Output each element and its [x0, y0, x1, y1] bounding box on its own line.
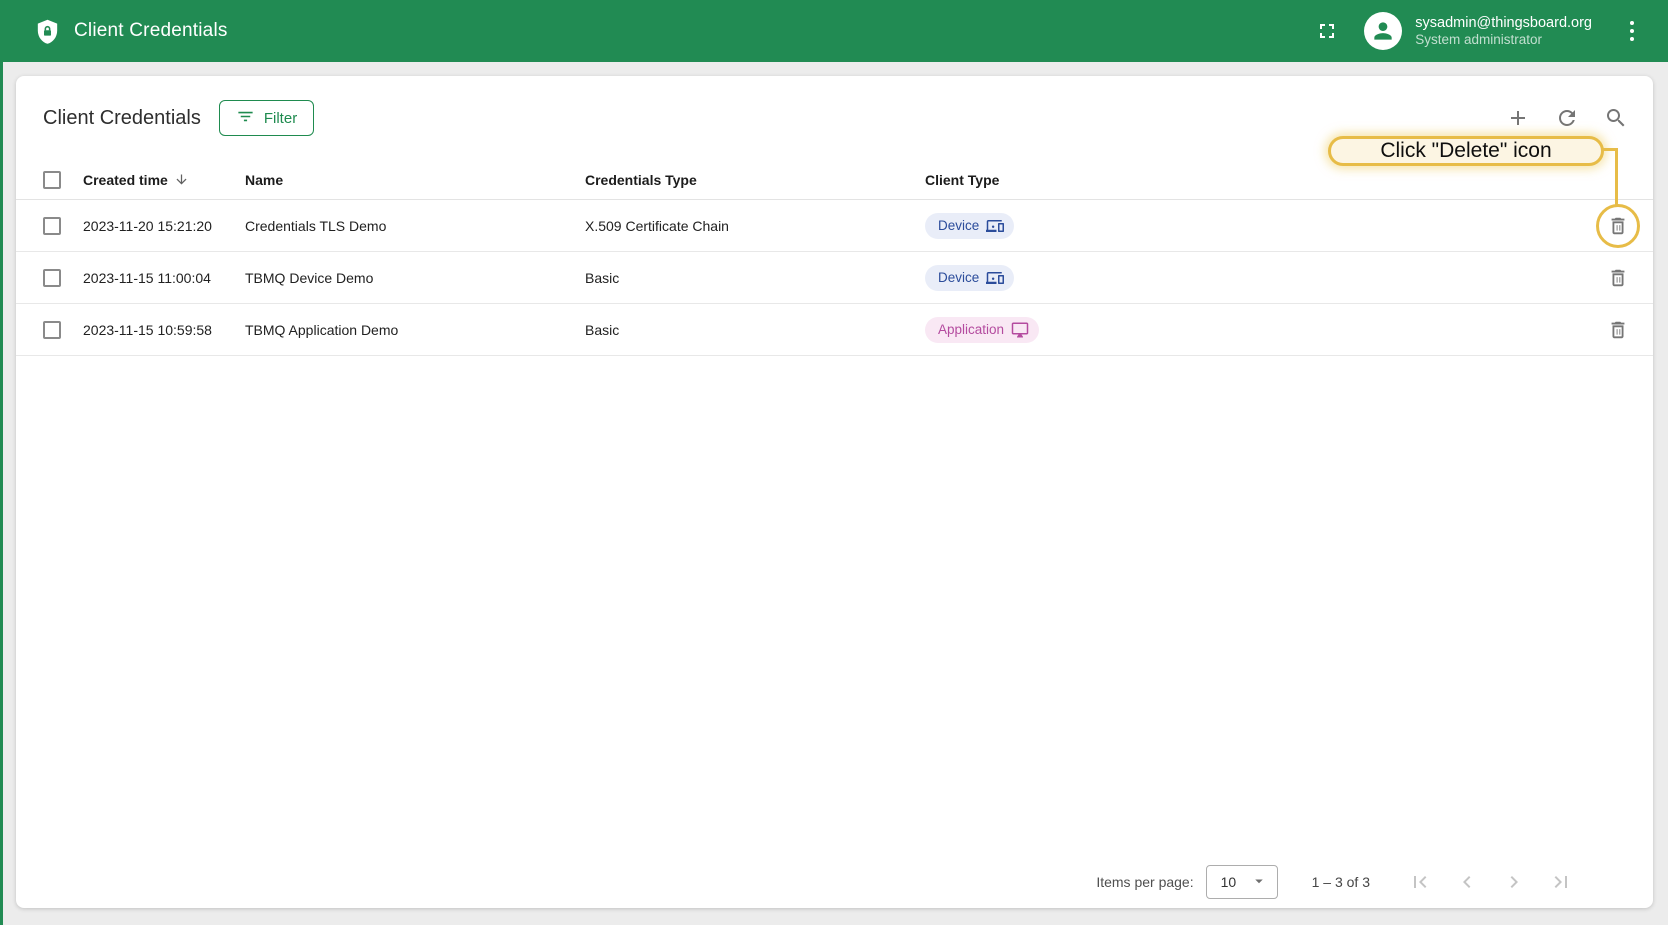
table-row[interactable]: 2023-11-15 10:59:58 TBMQ Application Dem… — [16, 304, 1653, 356]
client-type-badge-application: Application — [925, 317, 1039, 343]
client-type-badge-device: Device — [925, 213, 1014, 239]
row-checkbox[interactable] — [43, 269, 61, 287]
row-checkbox[interactable] — [43, 321, 61, 339]
cell-name: TBMQ Application Demo — [245, 322, 585, 338]
table-row[interactable]: 2023-11-20 15:21:20 Credentials TLS Demo… — [16, 200, 1653, 252]
column-header-credentials-type[interactable]: Credentials Type — [585, 172, 925, 188]
annotation-highlight-ring — [1596, 204, 1640, 248]
cell-credentials-type: X.509 Certificate Chain — [585, 218, 925, 234]
user-email: sysadmin@thingsboard.org — [1415, 14, 1592, 32]
table-header-row: Created time Name Credentials Type Clien… — [16, 160, 1653, 200]
paginator-nav — [1408, 870, 1573, 894]
column-header-name[interactable]: Name — [245, 172, 585, 188]
previous-page-icon[interactable] — [1455, 870, 1479, 894]
filter-button-label: Filter — [264, 110, 297, 127]
more-menu-icon[interactable] — [1622, 18, 1642, 44]
user-role: System administrator — [1415, 32, 1592, 49]
page-size-select[interactable]: 10 — [1206, 865, 1278, 899]
delete-button[interactable] — [1598, 310, 1638, 350]
search-button[interactable] — [1604, 106, 1628, 130]
page: Client Credentials sysadmin@thingsboard.… — [0, 0, 1668, 925]
add-button[interactable] — [1506, 106, 1530, 130]
caret-down-icon — [1250, 872, 1268, 893]
first-page-icon[interactable] — [1408, 870, 1432, 894]
cell-credentials-type: Basic — [585, 270, 925, 286]
client-type-badge-device: Device — [925, 265, 1014, 291]
left-edge-strip — [0, 62, 3, 925]
desktop-monitor-icon — [1011, 321, 1029, 339]
items-per-page-label: Items per page: — [1096, 874, 1193, 890]
devices-icon — [986, 217, 1004, 235]
content-card: Client Credentials Filter — [16, 76, 1653, 908]
column-header-client-type[interactable]: Client Type — [925, 172, 1583, 188]
filter-button[interactable]: Filter — [219, 100, 314, 136]
refresh-button[interactable] — [1555, 106, 1579, 130]
app-header-right: sysadmin@thingsboard.org System administ… — [1314, 12, 1642, 50]
select-all-checkbox[interactable] — [43, 171, 61, 189]
paginator: Items per page: 10 1 – 3 of 3 — [16, 856, 1653, 908]
table-row[interactable]: 2023-11-15 11:00:04 TBMQ Device Demo Bas… — [16, 252, 1653, 304]
next-page-icon[interactable] — [1502, 870, 1526, 894]
annotation-connector-vertical — [1615, 148, 1618, 206]
row-checkbox[interactable] — [43, 217, 61, 235]
toolbar-actions — [1506, 106, 1628, 130]
cell-created-time: 2023-11-15 10:59:58 — [83, 322, 245, 338]
page-size-value: 10 — [1221, 874, 1237, 890]
avatar[interactable] — [1364, 12, 1402, 50]
annotation-callout: Click "Delete" icon — [1328, 136, 1604, 166]
devices-icon — [986, 269, 1004, 287]
app-title: Client Credentials — [74, 20, 228, 42]
cell-credentials-type: Basic — [585, 322, 925, 338]
delete-button[interactable] — [1598, 258, 1638, 298]
app-header: Client Credentials sysadmin@thingsboard.… — [0, 0, 1668, 62]
page-range-label: 1 – 3 of 3 — [1312, 874, 1370, 890]
cell-name: Credentials TLS Demo — [245, 218, 585, 234]
filter-icon — [236, 107, 255, 130]
column-header-created-time[interactable]: Created time — [83, 172, 245, 188]
shield-lock-icon — [34, 18, 61, 45]
fullscreen-icon[interactable] — [1314, 18, 1340, 44]
cell-created-time: 2023-11-15 11:00:04 — [83, 270, 245, 286]
cell-created-time: 2023-11-20 15:21:20 — [83, 218, 245, 234]
user-info[interactable]: sysadmin@thingsboard.org System administ… — [1415, 14, 1592, 49]
page-title: Client Credentials — [43, 107, 201, 130]
sort-desc-icon — [174, 172, 189, 187]
last-page-icon[interactable] — [1549, 870, 1573, 894]
cell-name: TBMQ Device Demo — [245, 270, 585, 286]
